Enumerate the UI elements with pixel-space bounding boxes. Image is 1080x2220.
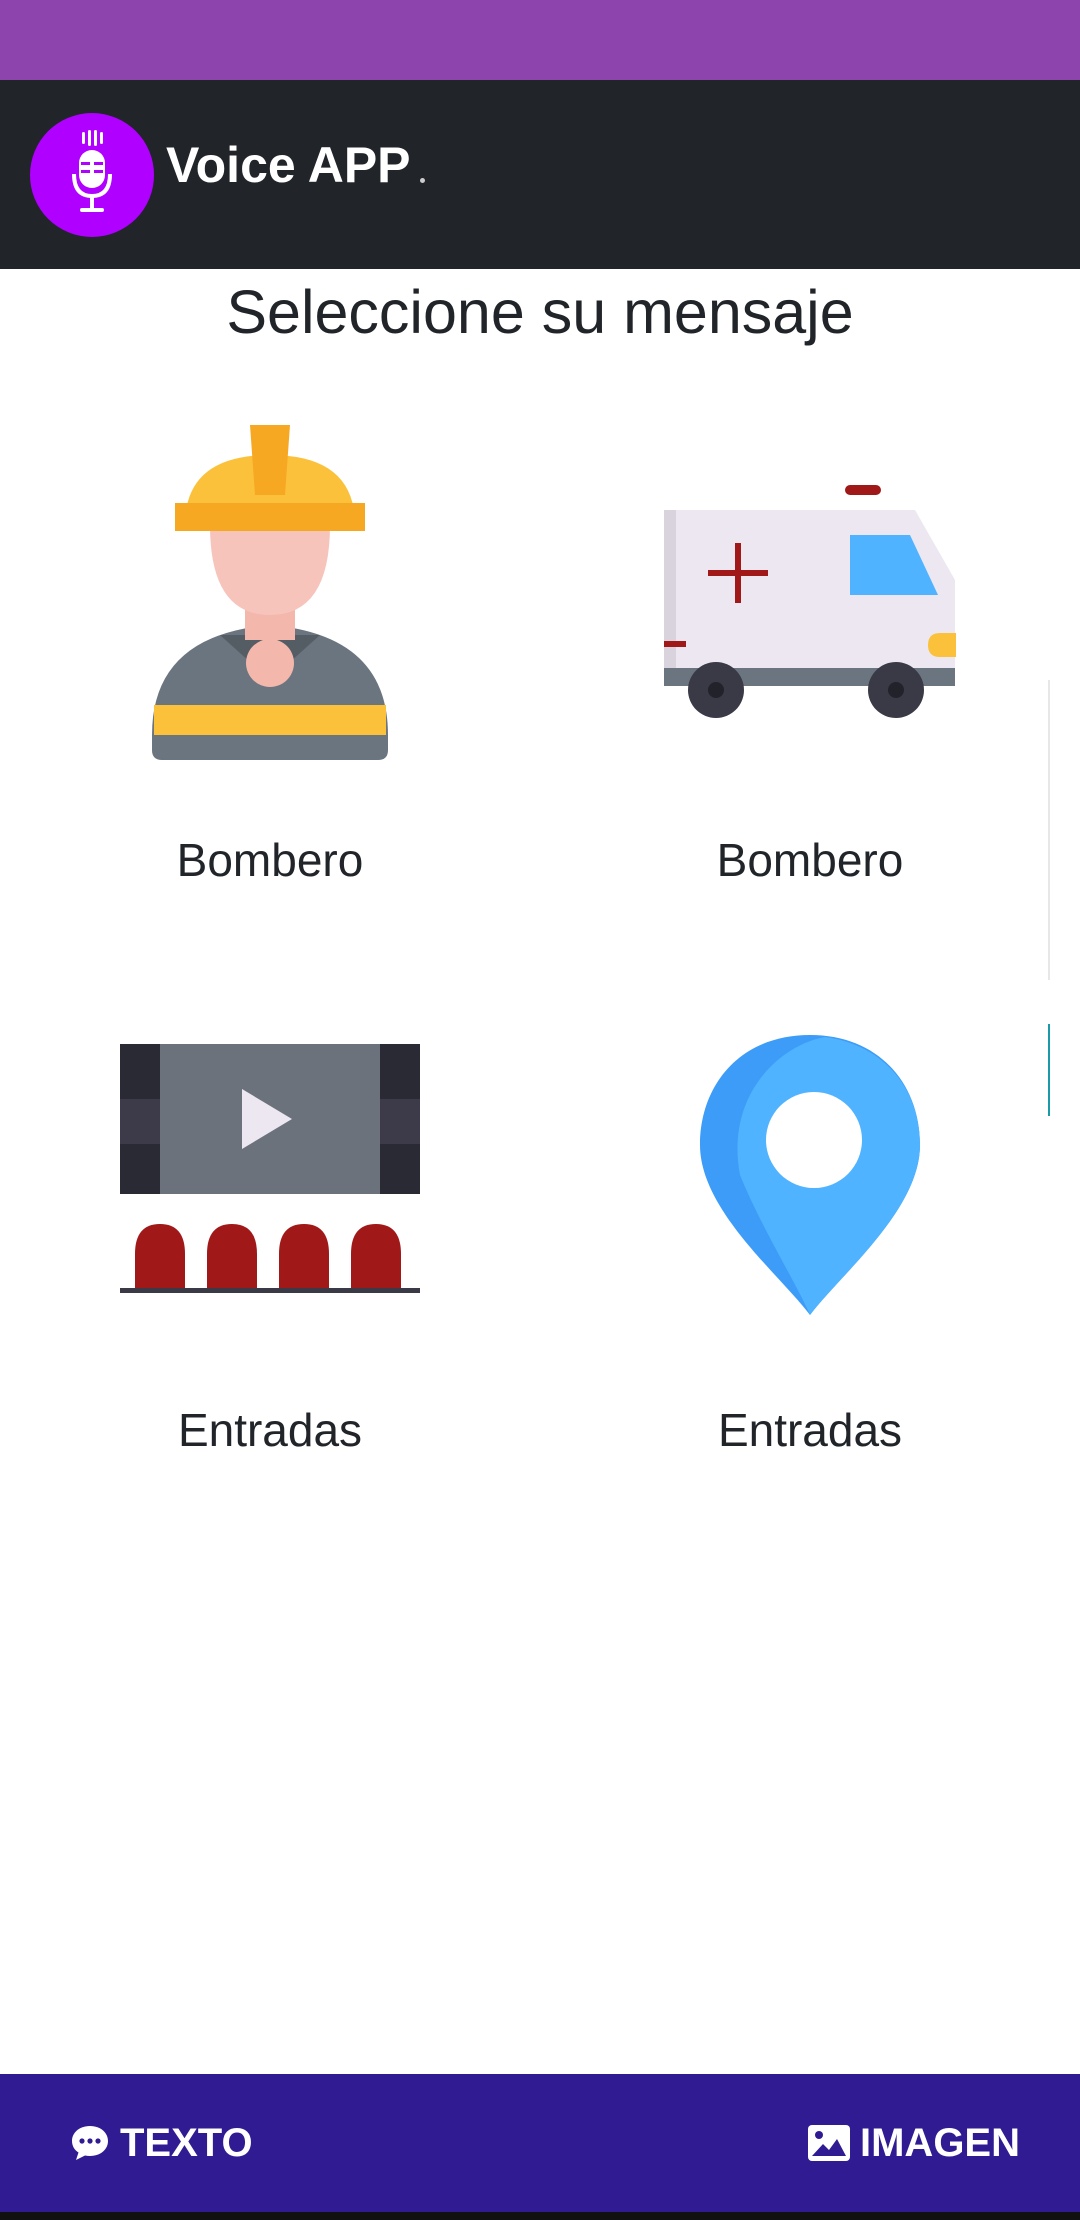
imagen-label: IMAGEN [860, 2120, 1020, 2165]
system-nav-strip [0, 2212, 1080, 2220]
card-label: Bombero [716, 834, 904, 886]
imagen-button[interactable]: IMAGEN [808, 2074, 1020, 2212]
bottom-navigation: TEXTO IMAGEN [0, 2074, 1080, 2212]
card-entradas[interactable]: Entradas [0, 1010, 540, 1480]
microphone-icon [72, 130, 112, 212]
location-pin-icon [700, 1035, 920, 1315]
card-bombero[interactable]: Bombero [0, 400, 540, 920]
app-bar: Voice APP [0, 80, 1080, 269]
texto-button[interactable]: TEXTO [70, 2074, 253, 2212]
app-title: Voice APP [166, 137, 411, 193]
card-label: Bombero [176, 834, 364, 886]
card-label: Entradas [177, 1404, 363, 1456]
texto-label: TEXTO [120, 2120, 253, 2165]
scrollbar-thumb[interactable] [1048, 1024, 1050, 1116]
scrollbar-track[interactable] [1048, 680, 1050, 980]
page-title: Seleccione su mensaje [226, 278, 854, 346]
card-entradas-location[interactable]: Entradas [540, 1010, 1080, 1480]
ambulance-icon [664, 485, 956, 718]
chat-bubble-icon [70, 2124, 110, 2162]
card-label: Entradas [717, 1404, 903, 1456]
cinema-tickets-icon [120, 1044, 420, 1293]
app-logo [30, 113, 154, 237]
card-bombero-ambulance[interactable]: Bombero [540, 400, 1080, 920]
firefighter-icon [152, 425, 388, 760]
image-icon [808, 2125, 850, 2161]
divider-dot [420, 178, 425, 183]
status-bar [0, 0, 1080, 80]
